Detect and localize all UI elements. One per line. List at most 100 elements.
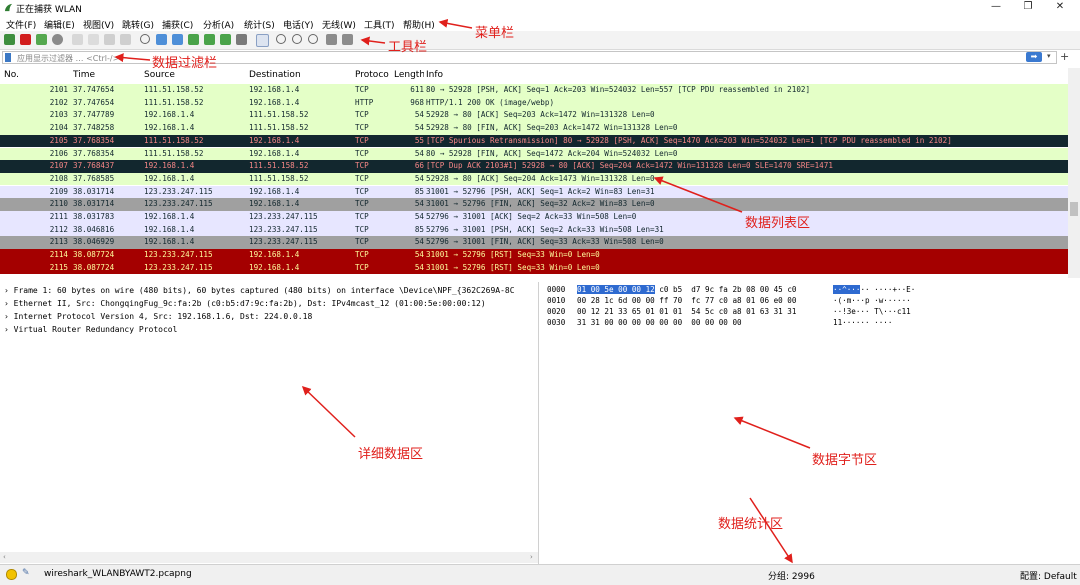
menu-statistics[interactable]: 统计(S) bbox=[244, 18, 275, 31]
reload-file-icon[interactable] bbox=[120, 34, 131, 45]
save-file-icon[interactable] bbox=[88, 34, 99, 45]
column-source[interactable]: Source bbox=[144, 70, 244, 80]
bytes-hex-row[interactable]: 31 31 00 00 00 00 00 00 00 00 00 00 bbox=[577, 318, 742, 327]
packet-row[interactable]: 2108 37.768585 192.168.1.4 111.51.158.52 TCP… bbox=[0, 172, 1068, 186]
capture-options-icon[interactable] bbox=[52, 34, 63, 45]
colorize-icon[interactable] bbox=[256, 34, 269, 47]
edit-comment-icon[interactable]: ✎ bbox=[22, 568, 30, 578]
details-horizontal-scrollbar[interactable]: ‹ › bbox=[0, 552, 538, 563]
filter-history-dropdown[interactable]: ▾ bbox=[1047, 52, 1051, 60]
bytes-ascii-row[interactable]: ·(·m···p ·w······ bbox=[833, 296, 911, 305]
add-filter-button[interactable]: + bbox=[1060, 50, 1069, 63]
bytes-hex-row[interactable]: 00 12 21 33 65 01 01 01 54 5c c0 a8 01 6… bbox=[577, 307, 796, 316]
packet-row[interactable]: 2111 38.031783 192.168.1.4 123.233.247.115 T… bbox=[0, 211, 1068, 224]
auto-scroll-icon[interactable] bbox=[236, 34, 247, 45]
bytes-hex-row[interactable]: 01 00 5e 00 00 12 c0 b5 d7 9c fa 2b 08 0… bbox=[577, 285, 796, 294]
detail-ipv4[interactable]: › Internet Protocol Version 4, Src: 192.… bbox=[4, 312, 312, 321]
layout-icon[interactable] bbox=[342, 34, 353, 45]
scroll-right-icon[interactable]: › bbox=[530, 553, 533, 561]
profile-name[interactable]: 配置: Default bbox=[1020, 569, 1077, 582]
zoom-in-icon[interactable] bbox=[276, 34, 286, 44]
column-time[interactable]: Time bbox=[73, 70, 133, 80]
menu-capture[interactable]: 捕获(C) bbox=[162, 18, 193, 31]
packet-row[interactable]: 2115 38.087724 123.233.247.115 192.168.1.4 T… bbox=[0, 261, 1068, 275]
normal-size-icon[interactable] bbox=[308, 34, 318, 44]
filter-bookmark-icon[interactable] bbox=[5, 53, 11, 62]
packet-time: 37.768585 bbox=[73, 173, 115, 183]
packet-info: 31001 → 52796 [PSH, ACK] Seq=1 Ack=2 Win… bbox=[426, 186, 655, 196]
go-last-icon[interactable] bbox=[220, 34, 231, 45]
packet-destination: 111.51.158.52 bbox=[249, 161, 309, 171]
expert-info-icon[interactable] bbox=[6, 569, 17, 580]
minimize-button[interactable]: — bbox=[986, 1, 1006, 12]
bytes-ascii-row[interactable]: 11······ ···· bbox=[833, 318, 892, 327]
packet-count: 分组: 2996 bbox=[768, 572, 815, 582]
menu-analyze[interactable]: 分析(A) bbox=[203, 18, 234, 31]
menu-wireless[interactable]: 无线(W) bbox=[322, 18, 356, 31]
menu-help[interactable]: 帮助(H) bbox=[403, 18, 435, 31]
go-back-icon[interactable] bbox=[156, 34, 167, 45]
packet-info: 52928 → 80 [ACK] Seq=204 Ack=1473 Win=13… bbox=[426, 173, 655, 183]
packet-destination: 123.233.247.115 bbox=[249, 224, 318, 234]
column-length[interactable]: Length bbox=[394, 70, 424, 80]
packet-destination: 111.51.158.52 bbox=[249, 173, 309, 183]
scroll-left-icon[interactable]: ‹ bbox=[3, 553, 6, 561]
resize-columns-icon[interactable] bbox=[326, 34, 337, 45]
packet-row[interactable]: 2102 37.747654 111.51.158.52 192.168.1.4 HTT… bbox=[0, 96, 1068, 110]
packet-source: 192.168.1.4 bbox=[144, 212, 195, 221]
packet-protocol: TCP bbox=[355, 262, 369, 272]
go-to-packet-icon[interactable] bbox=[188, 34, 199, 45]
packet-row[interactable]: 2109 38.031714 123.233.247.115 192.168.1.4 T… bbox=[0, 185, 1068, 199]
detail-frame[interactable]: › Frame 1: 60 bytes on wire (480 bits), … bbox=[4, 286, 515, 295]
bytes-offset: 0010 bbox=[547, 296, 566, 305]
main-toolbar bbox=[0, 31, 1080, 50]
bytes-ascii-row[interactable]: ··!3e··· T\···c11 bbox=[833, 307, 911, 316]
packet-row[interactable]: 2107 37.768437 192.168.1.4 111.51.158.52 TCP… bbox=[0, 160, 1068, 173]
detail-vrrp[interactable]: › Virtual Router Redundancy Protocol bbox=[4, 325, 177, 334]
close-file-icon[interactable] bbox=[104, 34, 115, 45]
find-packet-icon[interactable] bbox=[140, 34, 150, 44]
column-destination[interactable]: Destination bbox=[249, 70, 349, 80]
menu-telephony[interactable]: 电话(Y) bbox=[283, 18, 314, 31]
scrollbar-thumb[interactable] bbox=[1070, 202, 1078, 216]
packet-row[interactable]: 2106 37.768354 111.51.158.52 192.168.1.4 TCP… bbox=[0, 147, 1068, 161]
maximize-button[interactable]: ❐ bbox=[1018, 1, 1038, 12]
column-info[interactable]: Info bbox=[426, 70, 486, 80]
packet-list[interactable]: 2101 37.747654 111.51.158.52 192.168.1.4 TCP… bbox=[0, 84, 1068, 278]
detail-ethernet[interactable]: › Ethernet II, Src: ChongqingFug_9c:fa:2… bbox=[4, 299, 486, 308]
open-file-icon[interactable] bbox=[72, 34, 83, 45]
packet-list-scrollbar[interactable] bbox=[1068, 68, 1080, 278]
go-first-icon[interactable] bbox=[204, 34, 215, 45]
start-capture-icon[interactable] bbox=[4, 34, 15, 45]
menu-edit[interactable]: 编辑(E) bbox=[44, 18, 75, 31]
packet-length: 54 bbox=[414, 199, 424, 209]
packet-destination: 111.51.158.52 bbox=[249, 110, 309, 120]
close-button[interactable]: ✕ bbox=[1050, 1, 1070, 12]
packet-row[interactable]: 2104 37.748258 192.168.1.4 111.51.158.52 TCP… bbox=[0, 122, 1068, 135]
apply-filter-button[interactable]: ➡ bbox=[1026, 52, 1042, 62]
packet-row[interactable]: 2112 38.046816 192.168.1.4 123.233.247.115 T… bbox=[0, 223, 1068, 237]
column-no[interactable]: No. bbox=[4, 70, 64, 80]
packet-time: 38.046929 bbox=[73, 237, 115, 247]
menu-tools[interactable]: 工具(T) bbox=[364, 18, 395, 31]
bytes-hex-row[interactable]: 00 28 1c 6d 00 00 ff 70 fc 77 c0 a8 01 0… bbox=[577, 296, 796, 305]
go-forward-icon[interactable] bbox=[172, 34, 183, 45]
restart-capture-icon[interactable] bbox=[36, 34, 47, 45]
packet-row[interactable]: 2105 37.768354 111.51.158.52 192.168.1.4 TCP… bbox=[0, 134, 1068, 148]
packet-row[interactable]: 2110 38.031714 123.233.247.115 192.168.1.4 T… bbox=[0, 198, 1068, 211]
column-protocol[interactable]: Protoco bbox=[355, 70, 391, 80]
packet-info: HTTP/1.1 200 OK (image/webp) bbox=[426, 97, 555, 107]
menu-go[interactable]: 跳转(G) bbox=[122, 18, 154, 31]
menu-view[interactable]: 视图(V) bbox=[83, 18, 114, 31]
packet-details-pane: › Frame 1: 60 bytes on wire (480 bits), … bbox=[0, 282, 539, 564]
packet-no: 2114 bbox=[49, 250, 68, 260]
packet-row[interactable]: 2113 38.046929 192.168.1.4 123.233.247.115 T… bbox=[0, 236, 1068, 249]
bytes-ascii-row[interactable]: ··^····· ····+··E· bbox=[833, 285, 915, 294]
packet-row[interactable]: 2114 38.087724 123.233.247.115 192.168.1.4 T… bbox=[0, 249, 1068, 262]
stop-capture-icon[interactable] bbox=[20, 34, 31, 45]
menu-file[interactable]: 文件(F) bbox=[6, 18, 36, 31]
packet-row[interactable]: 2103 37.747789 192.168.1.4 111.51.158.52 TCP… bbox=[0, 109, 1068, 122]
zoom-out-icon[interactable] bbox=[292, 34, 302, 44]
annotation-packet-list: 数据列表区 bbox=[745, 216, 811, 231]
packet-row[interactable]: 2101 37.747654 111.51.158.52 192.168.1.4 TCP… bbox=[0, 84, 1068, 97]
